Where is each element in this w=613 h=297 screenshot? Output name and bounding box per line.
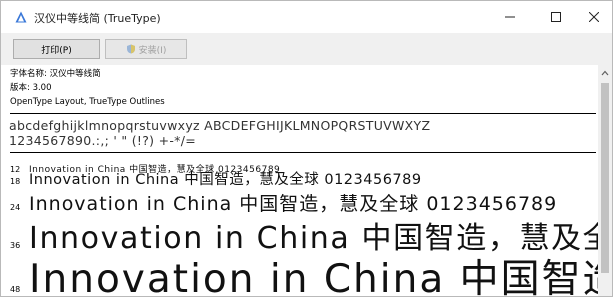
sample-text: Innovation in China 中国智造，慧及全球 0123456789 [29, 193, 558, 215]
vertical-scrollbar[interactable] [598, 65, 612, 296]
sample-size: 48 [10, 285, 21, 294]
charset-digits: 1234567890.:,; ' " (!?) +-*/= [9, 133, 196, 148]
close-button[interactable] [579, 1, 612, 33]
title-bar[interactable]: 汉仪中等线简 (TrueType) [1, 1, 612, 33]
font-viewer-icon [15, 11, 27, 23]
font-version: 版本: 3.00 [10, 83, 52, 93]
sample-row-18: 18 Innovation in China 中国智造，慧及全球 01234567… [10, 168, 422, 189]
divider [10, 152, 596, 153]
font-name: 字体名称: 汉仪中等线简 [10, 69, 101, 79]
maximize-button[interactable] [533, 1, 579, 33]
shield-icon [126, 44, 135, 54]
charset-letters: abcdefghijklmnopqrstuvwxyz ABCDEFGHIJKLM… [9, 118, 431, 133]
sample-text: Innovation in China 中国智造，慧及全球 0123456789 [29, 257, 598, 296]
scroll-up-arrow-icon[interactable] [601, 70, 609, 76]
font-type: OpenType Layout, TrueType Outlines [10, 97, 165, 107]
sample-text: Innovation in China 中国智造，慧及全球 0123456789 [29, 172, 422, 188]
font-preview-window: 汉仪中等线简 (TrueType) 打印(P) 安装(I) 字体名称: 汉仪中等… [0, 0, 613, 297]
install-button-label: 安装(I) [138, 45, 167, 56]
sample-size: 18 [10, 177, 21, 186]
font-info: 字体名称: 汉仪中等线简 版本: 3.00 OpenType Layout, T… [10, 67, 165, 109]
toolbar: 打印(P) 安装(I) [1, 33, 612, 65]
window-title: 汉仪中等线简 (TrueType) [34, 12, 161, 25]
sample-row-24: 24 Innovation in China 中国智造，慧及全球 01234567… [10, 189, 557, 216]
divider [10, 113, 596, 114]
sample-size: 24 [10, 203, 21, 212]
maximize-icon [551, 12, 561, 22]
close-icon [589, 12, 599, 22]
minimize-icon [505, 16, 515, 18]
minimize-button[interactable] [487, 1, 533, 33]
scrollbar-thumb[interactable] [601, 83, 609, 273]
print-button-label: 打印(P) [41, 45, 72, 56]
install-button[interactable]: 安装(I) [105, 39, 187, 59]
print-button[interactable]: 打印(P) [13, 39, 100, 59]
sample-row-48: 48 Innovation in China 中国智造，慧及全球 01234567… [10, 248, 598, 296]
font-preview-pane: 字体名称: 汉仪中等线简 版本: 3.00 OpenType Layout, T… [1, 65, 598, 296]
